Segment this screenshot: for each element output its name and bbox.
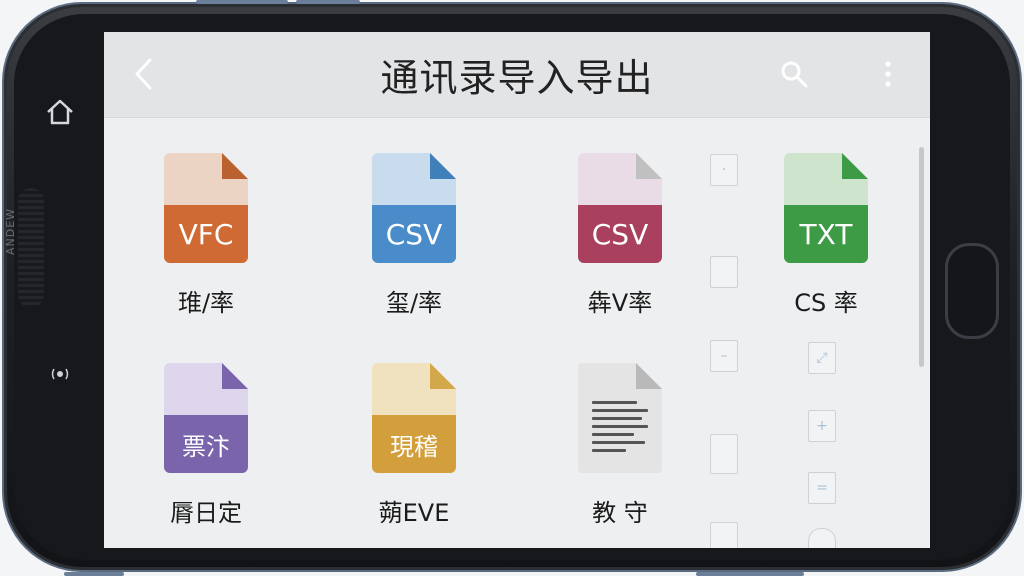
csv-file-icon: CSV: [578, 153, 662, 263]
more-vertical-icon[interactable]: [876, 56, 900, 92]
placeholder-square: [710, 522, 738, 548]
bottom-edge-button-left[interactable]: [64, 572, 124, 576]
file-label: 蒴EVE: [378, 499, 450, 527]
equals-icon: =: [808, 472, 836, 504]
plus-icon: +: [808, 410, 836, 442]
format-item-txt[interactable]: TXT CS 率: [751, 153, 901, 318]
expand-icon: ⤢: [808, 342, 836, 374]
search-icon[interactable]: [776, 56, 812, 92]
csv-file-icon: CSV: [372, 153, 456, 263]
file-label: 琟/率: [177, 289, 235, 317]
physical-home-button[interactable]: [945, 243, 999, 339]
scrollbar[interactable]: [919, 147, 924, 367]
format-item-document[interactable]: 教 守: [545, 363, 695, 528]
format-item-purple[interactable]: 票汴 脣日定: [131, 363, 281, 528]
top-edge-button-left[interactable]: [196, 0, 288, 4]
bottom-edge-button-right[interactable]: [696, 572, 804, 576]
format-item-vfc[interactable]: VFC 琟/率: [131, 153, 281, 318]
placeholder-square: –: [710, 340, 738, 372]
app-bar: 通讯录导入导出: [104, 32, 930, 118]
sensor-icon: [46, 360, 74, 388]
file-badge: CSV: [372, 205, 456, 263]
format-item-csv-2[interactable]: CSV 犇V率: [545, 153, 695, 318]
file-badge: 票汴: [164, 415, 248, 473]
circle-icon: [808, 528, 836, 548]
file-badge: 現稽: [372, 415, 456, 473]
yellow-file-icon: 現稽: [372, 363, 456, 473]
placeholder-square: [710, 256, 738, 288]
txt-file-icon: TXT: [784, 153, 868, 263]
document-file-icon: [578, 363, 662, 473]
format-item-csv[interactable]: CSV 玺/率: [339, 153, 489, 318]
format-item-yellow[interactable]: 現稽 蒴EVE: [339, 363, 489, 528]
screen: 通讯录导入导出 · – ⤢ + = VFC 琟/率 CSV 玺/率 CSV 犇V…: [104, 32, 930, 548]
file-label: 脣日定: [170, 499, 242, 527]
top-edge-button-right[interactable]: [296, 0, 360, 4]
file-badge: TXT: [784, 205, 868, 263]
file-label: 犇V率: [587, 289, 653, 317]
file-label: 教 守: [592, 499, 648, 527]
file-label: CS 率: [794, 289, 858, 317]
speaker-grille: [18, 188, 44, 308]
side-brand-label: ANDEW: [4, 207, 17, 255]
file-badge: VFC: [164, 205, 248, 263]
file-label: 玺/率: [385, 289, 443, 317]
file-badge: CSV: [578, 205, 662, 263]
vfc-file-icon: VFC: [164, 153, 248, 263]
placeholder-square: ·: [710, 154, 738, 186]
placeholder-square: [710, 434, 738, 474]
purple-file-icon: 票汴: [164, 363, 248, 473]
home-icon[interactable]: [40, 92, 80, 132]
